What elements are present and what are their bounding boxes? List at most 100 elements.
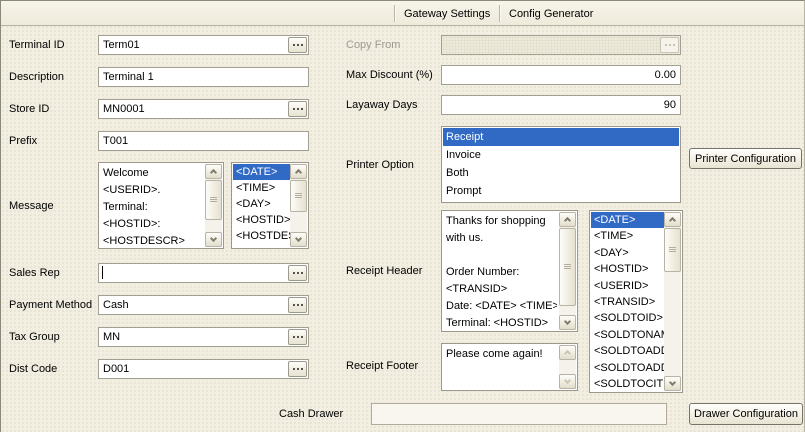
list-item[interactable]: <SOLDTOADD: [591, 343, 664, 359]
toolbar-separator: [394, 5, 395, 22]
scroll-down-button[interactable]: [559, 374, 576, 389]
chevron-up-icon: [295, 169, 302, 176]
list-item[interactable]: <HOSTID>: [591, 261, 664, 277]
receipt-token-list: <DATE> <TIME> <DAY> <HOSTID> <USERID> <T…: [589, 210, 683, 393]
list-item[interactable]: <HOSTDES: [233, 228, 290, 244]
chevron-down-icon: [669, 379, 676, 386]
sales-rep-browse-button[interactable]: [288, 265, 307, 281]
message-label: Message: [9, 200, 54, 213]
list-item[interactable]: <USERID>: [591, 278, 664, 294]
chevron-up-icon: [564, 217, 571, 224]
list-item[interactable]: <SOLDTONAM: [591, 327, 664, 343]
receipt-header-scrollbar[interactable]: [559, 212, 576, 330]
cash-drawer-input[interactable]: [371, 403, 667, 425]
printer-option-list: Receipt Invoice Both Prompt: [441, 126, 681, 203]
receipt-header-text: Thanks for shopping with us. Order Numbe…: [446, 213, 557, 330]
chevron-up-icon: [564, 350, 571, 357]
scrollbar-thumb[interactable]: [559, 228, 576, 306]
list-item[interactable]: Invoice: [443, 146, 679, 164]
ellipsis-icon: [293, 108, 295, 110]
description-input[interactable]: [98, 67, 309, 87]
copy-from-input: [441, 35, 681, 55]
scroll-up-button[interactable]: [290, 164, 307, 179]
receipt-footer-text: Please come again!: [446, 346, 557, 389]
list-item[interactable]: Both: [443, 164, 679, 182]
list-item[interactable]: <HOSTID>: [233, 212, 290, 228]
copy-from-label: Copy From: [346, 39, 400, 52]
tab-gateway-settings[interactable]: Gateway Settings: [398, 6, 496, 22]
payment-method-input[interactable]: [98, 295, 309, 315]
chevron-down-icon: [564, 377, 571, 384]
tax-group-browse-button[interactable]: [288, 329, 307, 345]
scroll-up-button[interactable]: [664, 212, 681, 227]
scroll-up-button[interactable]: [559, 212, 576, 227]
list-item[interactable]: Prompt: [443, 182, 679, 200]
prefix-label: Prefix: [9, 135, 37, 148]
store-id-input[interactable]: [98, 99, 309, 119]
list-item[interactable]: <TRANSID>: [591, 294, 664, 310]
list-item[interactable]: <DATE>: [591, 212, 664, 228]
scroll-down-button[interactable]: [290, 232, 307, 247]
list-item[interactable]: <DATE>: [233, 164, 290, 180]
list-item[interactable]: <TIME>: [591, 228, 664, 244]
grip-icon: [295, 193, 302, 194]
terminal-id-input[interactable]: [98, 35, 309, 55]
grip-icon: [564, 264, 571, 265]
grip-icon: [669, 247, 676, 248]
chevron-down-icon: [295, 235, 302, 242]
list-item[interactable]: <SOLDTOID>: [591, 310, 664, 326]
layaway-days-input[interactable]: [441, 95, 681, 115]
prefix-input[interactable]: [98, 131, 309, 151]
scrollbar-thumb[interactable]: [290, 180, 307, 212]
message-text: Welcome <USERID>. Terminal: <HOSTID>: <H…: [103, 165, 203, 247]
tax-group-input[interactable]: [98, 327, 309, 347]
list-item[interactable]: <USERID>: [233, 244, 290, 247]
receipt-footer-label: Receipt Footer: [346, 360, 418, 373]
copy-from-browse-button: [660, 37, 679, 53]
list-item[interactable]: <DAY>: [591, 245, 664, 261]
receipt-footer-scrollbar[interactable]: [559, 345, 576, 389]
chevron-down-icon: [210, 235, 217, 242]
scrollbar-thumb[interactable]: [205, 180, 222, 220]
receipt-header-textarea[interactable]: Thanks for shopping with us. Order Numbe…: [441, 210, 578, 332]
scroll-down-button[interactable]: [205, 232, 222, 247]
scroll-down-button[interactable]: [559, 315, 576, 330]
ellipsis-icon: [293, 304, 295, 306]
dist-code-input[interactable]: [98, 359, 309, 379]
max-discount-input[interactable]: [441, 65, 681, 85]
list-item[interactable]: <DAY>: [233, 196, 290, 212]
list-item[interactable]: <TIME>: [233, 180, 290, 196]
receipt-token-scrollbar[interactable]: [664, 212, 681, 391]
drawer-configuration-button[interactable]: Drawer Configuration: [689, 403, 803, 425]
list-item[interactable]: <SOLDTOCIT: [591, 376, 664, 391]
chevron-up-icon: [669, 217, 676, 224]
list-item[interactable]: Receipt: [443, 128, 679, 146]
terminal-id-browse-button[interactable]: [288, 37, 307, 53]
scroll-down-button[interactable]: [664, 376, 681, 391]
dist-code-label: Dist Code: [9, 363, 57, 376]
grip-icon: [210, 197, 217, 198]
ellipsis-icon: [293, 336, 295, 338]
toolbar-separator: [499, 5, 500, 22]
receipt-footer-textarea[interactable]: Please come again!: [441, 343, 578, 391]
message-textarea[interactable]: Welcome <USERID>. Terminal: <HOSTID>: <H…: [98, 162, 224, 249]
store-id-label: Store ID: [9, 103, 49, 116]
list-item[interactable]: <SOLDTOADD: [591, 360, 664, 376]
chevron-up-icon: [210, 169, 217, 176]
sales-rep-input[interactable]: [98, 263, 309, 283]
dist-code-browse-button[interactable]: [288, 361, 307, 377]
printer-configuration-button[interactable]: Printer Configuration: [689, 148, 802, 169]
store-id-browse-button[interactable]: [288, 101, 307, 117]
message-token-scrollbar[interactable]: [290, 164, 307, 247]
cash-drawer-label: Cash Drawer: [279, 408, 343, 421]
scroll-up-button[interactable]: [205, 164, 222, 179]
max-discount-label: Max Discount (%): [346, 69, 433, 82]
tab-config-generator[interactable]: Config Generator: [503, 6, 599, 22]
message-scrollbar[interactable]: [205, 164, 222, 247]
layaway-days-label: Layaway Days: [346, 99, 418, 112]
sales-rep-label: Sales Rep: [9, 267, 60, 280]
ellipsis-icon: [293, 44, 295, 46]
scrollbar-thumb[interactable]: [664, 228, 681, 272]
payment-method-browse-button[interactable]: [288, 297, 307, 313]
scroll-up-button[interactable]: [559, 345, 576, 360]
